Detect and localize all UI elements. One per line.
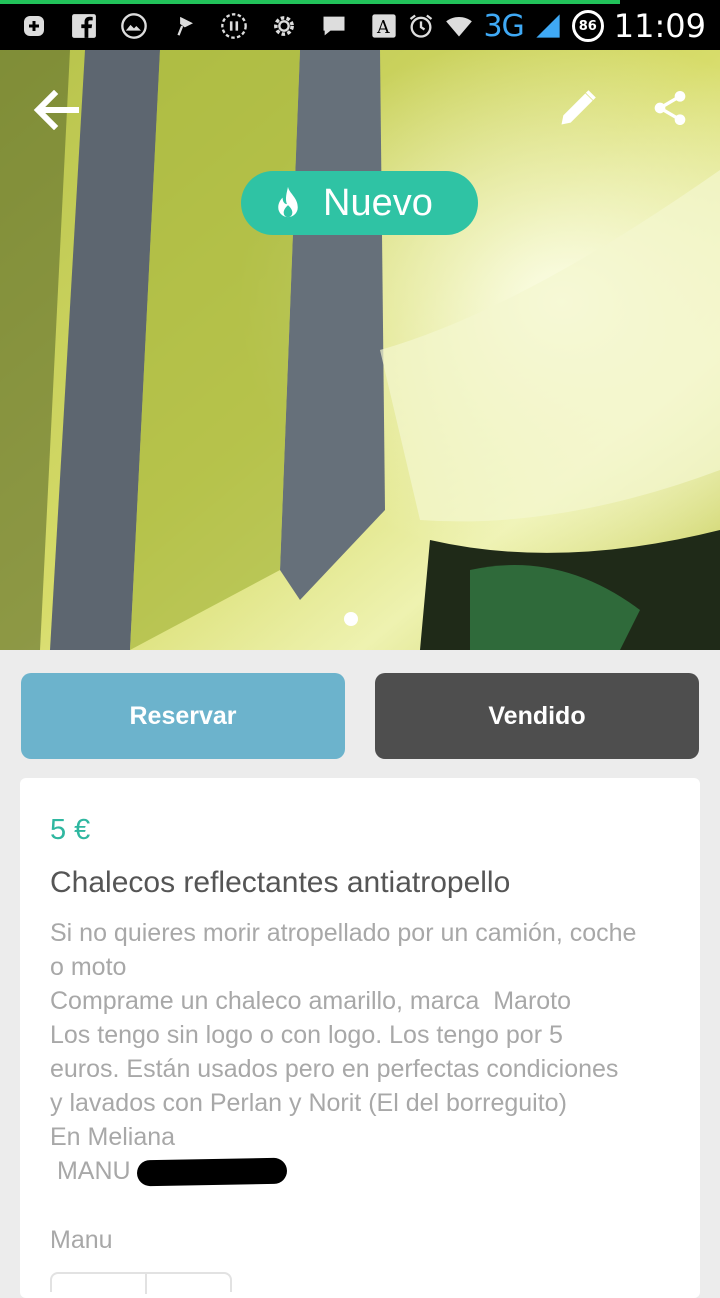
plus-box-icon (20, 12, 48, 40)
network-type: 3G (483, 8, 524, 44)
page-indicator-dot (344, 612, 358, 626)
signal-icon (534, 12, 562, 40)
badge-label: Nuevo (323, 181, 433, 224)
seller-name[interactable]: Manu (50, 1226, 113, 1255)
product-photo[interactable]: Nuevo (0, 50, 720, 650)
svg-text:A: A (376, 18, 390, 38)
listing-card: 5 € Chalecos reflectantes antiatropello … (20, 778, 700, 1298)
share-button[interactable] (642, 80, 698, 136)
description-line: Los tengo sin logo o con logo. Los tengo… (50, 1021, 563, 1049)
edit-button[interactable] (550, 80, 606, 136)
description-line: Si no quieres morir atropellado por un c… (50, 919, 637, 947)
clock: 11:09 (613, 7, 706, 45)
chat-icon (320, 12, 348, 40)
description-line: euros. Están usados pero en perfectas co… (50, 1055, 619, 1083)
system-status: 3G 86 11:09 (407, 6, 706, 46)
notification-icons: A (20, 8, 398, 44)
redaction-mark (136, 1158, 287, 1187)
listing-description: Si no quieres morir atropellado por un c… (50, 916, 690, 1188)
description-line: En Meliana (50, 1123, 176, 1151)
price: 5 € (50, 814, 91, 846)
seller-stats-tabs[interactable] (50, 1272, 232, 1294)
reserve-button[interactable]: Reservar (21, 673, 345, 759)
alarm-icon (407, 12, 435, 40)
new-badge: Nuevo (241, 171, 478, 235)
font-app-icon: A (370, 12, 398, 40)
progress-line (0, 0, 620, 4)
description-line-contact: MANU (50, 1154, 690, 1188)
pause-circle-icon (220, 12, 248, 40)
back-button[interactable] (28, 82, 84, 138)
pin-flag-icon (170, 12, 198, 40)
gear-icon (270, 12, 298, 40)
description-line: o moto (50, 953, 127, 981)
description-line: Comprame un chaleco amarillo, marca Maro… (50, 987, 572, 1015)
pencil-icon (561, 90, 596, 125)
listing-title: Chalecos reflectantes antiatropello (50, 866, 511, 899)
contact-name: MANU (50, 1157, 131, 1185)
facebook-icon (70, 12, 98, 40)
description-line: y lavados con Perlan y Norit (El del bor… (50, 1089, 567, 1117)
sold-button[interactable]: Vendido (375, 673, 699, 759)
photo-image (0, 50, 720, 650)
wifi-icon (445, 12, 473, 40)
battery-indicator: 86 (571, 10, 604, 42)
image-icon (120, 12, 148, 40)
share-icon (654, 91, 686, 125)
status-bar: A 3G 86 11:09 (0, 0, 720, 50)
back-arrow-icon (33, 90, 79, 130)
flame-icon (278, 186, 298, 218)
